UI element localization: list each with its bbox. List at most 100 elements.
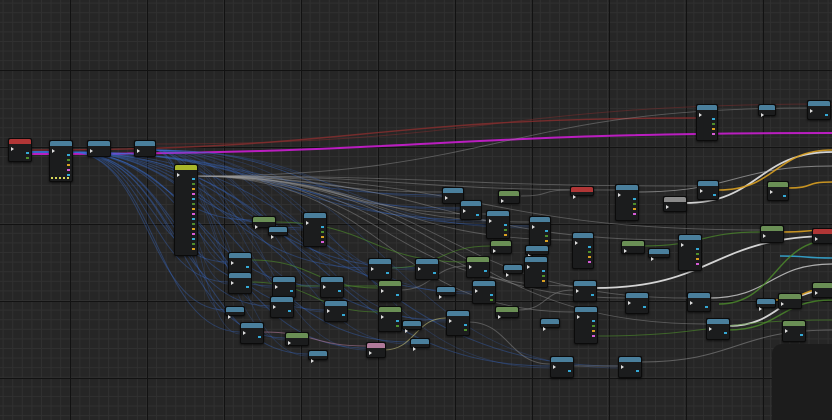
blueprint-node[interactable] (572, 232, 594, 269)
data-pin-icon[interactable] (504, 224, 507, 226)
data-pin-icon[interactable] (825, 114, 828, 116)
blueprint-node[interactable] (490, 240, 512, 254)
blueprint-node[interactable] (49, 140, 73, 182)
data-pin-icon[interactable] (192, 238, 195, 240)
exec-pin-icon[interactable] (469, 265, 472, 269)
blueprint-node[interactable] (366, 342, 386, 358)
blueprint-node[interactable] (503, 264, 523, 277)
blueprint-node[interactable] (573, 280, 597, 302)
data-pin-icon[interactable] (192, 203, 195, 205)
data-pin-icon[interactable] (545, 240, 548, 242)
blueprint-node[interactable] (472, 280, 496, 304)
exec-pin-icon[interactable] (785, 329, 788, 333)
data-pin-icon[interactable] (338, 290, 341, 292)
blueprint-node[interactable] (320, 276, 344, 298)
data-pin-icon[interactable] (636, 370, 639, 372)
data-pin-icon[interactable] (246, 286, 249, 288)
data-pin-icon[interactable] (783, 195, 786, 197)
blueprint-node[interactable] (308, 350, 328, 363)
blueprint-node[interactable] (812, 228, 832, 244)
exec-pin-icon[interactable] (700, 189, 703, 193)
blueprint-graph-canvas[interactable] (0, 0, 832, 420)
blueprint-node[interactable] (678, 234, 702, 271)
data-pin-icon[interactable] (433, 272, 436, 274)
exec-pin-icon[interactable] (527, 265, 530, 269)
exec-pin-icon[interactable] (699, 113, 702, 117)
exec-pin-icon[interactable] (405, 329, 408, 333)
blue-wire[interactable] (70, 151, 367, 349)
exec-pin-icon[interactable] (381, 289, 384, 293)
exec-pin-icon[interactable] (52, 149, 55, 153)
blueprint-node[interactable] (524, 256, 548, 288)
data-pin-icon[interactable] (696, 253, 699, 255)
data-pin-icon[interactable] (396, 294, 399, 296)
data-pin-icon[interactable] (592, 325, 595, 327)
exec-pin-icon[interactable] (327, 309, 330, 313)
exec-pin-icon[interactable] (781, 302, 784, 306)
data-pin-icon[interactable] (192, 198, 195, 200)
exec-pin-icon[interactable] (137, 149, 140, 153)
blueprint-node[interactable] (495, 306, 519, 319)
data-pin-icon[interactable] (396, 325, 399, 327)
exec-pin-icon[interactable] (575, 241, 578, 245)
data-pin-icon[interactable] (192, 183, 195, 185)
exec-pin-icon[interactable] (759, 307, 762, 311)
data-pin-icon[interactable] (192, 228, 195, 230)
blueprint-node[interactable] (760, 225, 784, 243)
data-pin-icon[interactable] (192, 233, 195, 235)
exec-pin-icon[interactable] (498, 315, 501, 319)
blueprint-node[interactable] (368, 258, 392, 280)
data-pin-icon[interactable] (712, 128, 715, 130)
data-pin-icon[interactable] (591, 294, 594, 296)
blueprint-node[interactable] (134, 140, 156, 157)
blueprint-node[interactable] (285, 332, 309, 346)
exec-pin-icon[interactable] (231, 261, 234, 265)
data-pin-icon[interactable] (633, 203, 636, 205)
data-pin-icon[interactable] (592, 330, 595, 332)
data-pin-icon[interactable] (246, 266, 249, 268)
exec-pin-icon[interactable] (231, 281, 234, 285)
data-pin-icon[interactable] (696, 258, 699, 260)
exec-pin-icon[interactable] (418, 267, 421, 271)
exec-pin-icon[interactable] (761, 113, 764, 117)
blueprint-node[interactable] (696, 104, 718, 141)
blueprint-node[interactable] (270, 296, 294, 318)
blueprint-node[interactable] (436, 286, 456, 299)
data-pin-icon[interactable] (643, 306, 646, 308)
exec-pin-icon[interactable] (369, 351, 372, 355)
exec-pin-icon[interactable] (273, 305, 276, 309)
exec-pin-icon[interactable] (621, 365, 624, 369)
green-wire[interactable] (249, 259, 379, 289)
blueprint-node[interactable] (272, 276, 296, 298)
blueprint-node[interactable] (697, 180, 719, 200)
blueprint-node[interactable] (498, 190, 520, 204)
data-pin-icon[interactable] (633, 208, 636, 210)
exec-pin-icon[interactable] (381, 315, 384, 319)
blueprint-node[interactable] (228, 272, 252, 294)
exec-pin-icon[interactable] (553, 365, 556, 369)
data-pin-icon[interactable] (386, 272, 389, 274)
data-pin-icon[interactable] (568, 370, 571, 372)
data-pin-icon[interactable] (26, 157, 29, 159)
exec-pin-icon[interactable] (413, 347, 416, 351)
blueprint-node[interactable] (268, 226, 288, 239)
exec-pin-icon[interactable] (501, 199, 504, 203)
data-pin-icon[interactable] (192, 243, 195, 245)
data-pin-icon[interactable] (67, 169, 70, 171)
exec-pin-icon[interactable] (577, 315, 580, 319)
data-wire[interactable] (517, 289, 574, 311)
blueprint-node[interactable] (174, 164, 198, 256)
data-wire[interactable] (520, 189, 571, 197)
blueprint-node[interactable] (550, 356, 574, 378)
data-pin-icon[interactable] (67, 174, 70, 176)
exec-pin-icon[interactable] (288, 341, 291, 345)
blueprint-node[interactable] (706, 318, 730, 340)
blueprint-node[interactable] (618, 356, 642, 378)
data-pin-icon[interactable] (712, 133, 715, 135)
data-pin-icon[interactable] (290, 290, 293, 292)
data-pin-icon[interactable] (588, 256, 591, 258)
data-pin-icon[interactable] (592, 335, 595, 337)
data-pin-icon[interactable] (800, 334, 803, 336)
exec-pin-icon[interactable] (255, 225, 258, 229)
data-pin-icon[interactable] (633, 198, 636, 200)
